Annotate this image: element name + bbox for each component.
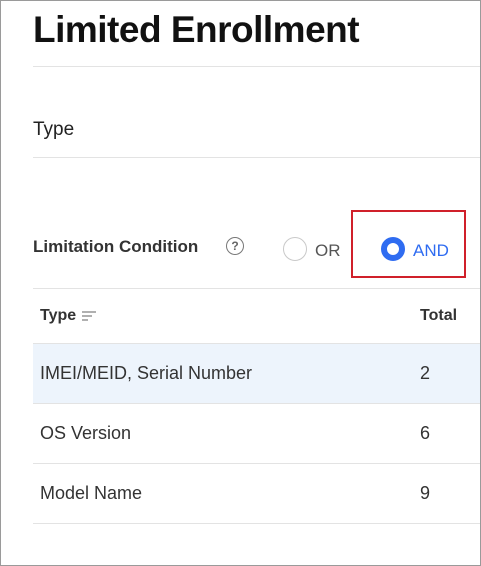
table-row[interactable]: Model Name 9 [33, 464, 480, 524]
table-row[interactable]: IMEI/MEID, Serial Number 2 [33, 344, 480, 404]
table-row[interactable]: OS Version 6 [33, 404, 480, 464]
row-total: 9 [420, 483, 431, 503]
row-total: 2 [420, 363, 431, 383]
limitation-condition-label: Limitation Condition [33, 237, 199, 256]
page-title: Limited Enrollment [33, 9, 360, 50]
column-header-total[interactable]: Total [420, 289, 457, 343]
row-type: OS Version [40, 423, 132, 443]
row-total: 6 [420, 423, 431, 443]
type-field-label: Type [33, 119, 75, 140]
column-header-type-label: Type [40, 307, 77, 324]
row-type: Model Name [40, 483, 143, 503]
and-option-highlight [351, 210, 466, 278]
title-divider [33, 66, 480, 67]
column-header-type[interactable]: Type [40, 289, 97, 343]
limitation-table: Type Total IMEI/MEID, Serial Number 2 OS… [33, 288, 480, 524]
type-divider [33, 157, 480, 158]
radio-or-label[interactable]: OR [315, 241, 341, 261]
table-header-row: Type Total [33, 288, 480, 344]
filter-sort-icon[interactable] [82, 310, 97, 322]
limited-enrollment-panel: Limited Enrollment Type Limitation Condi… [0, 0, 481, 566]
help-icon[interactable]: ? [226, 237, 244, 255]
row-type: IMEI/MEID, Serial Number [40, 363, 253, 383]
radio-or[interactable] [283, 237, 307, 261]
